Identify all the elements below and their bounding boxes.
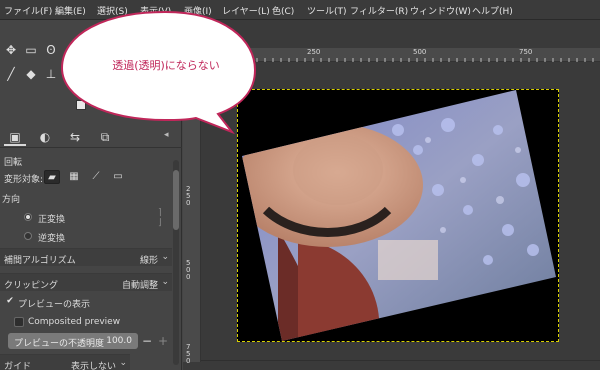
- image-viewport[interactable]: [202, 63, 600, 361]
- canvas-tabs: [183, 20, 600, 48]
- undo-history-icon[interactable]: ⇆: [64, 128, 86, 146]
- menu-colors[interactable]: 色(C): [272, 4, 294, 17]
- menu-help[interactable]: ヘルプ(H): [472, 4, 513, 17]
- chain-bracket-icon: ⌉ ⌋: [158, 208, 162, 228]
- clone-icon[interactable]: ⊥: [42, 66, 60, 82]
- rect-select-icon[interactable]: ▭: [22, 42, 40, 58]
- menu-tools[interactable]: ツール(T): [307, 4, 347, 17]
- eraser-icon[interactable]: ◆: [22, 66, 40, 82]
- chevron-down-icon: ⌄: [161, 252, 169, 262]
- horizontal-ruler[interactable]: 250 500 750: [201, 48, 600, 62]
- interpolation-combo[interactable]: 補間アルゴリズム 線形 ⌄: [0, 248, 172, 266]
- image-canvas[interactable]: [237, 89, 559, 342]
- tool-options-icon[interactable]: ▣: [4, 128, 26, 146]
- device-status-icon[interactable]: ◐: [34, 128, 56, 146]
- guides-value: 表示しない: [70, 362, 116, 370]
- transform-image-button[interactable]: ▭: [110, 170, 126, 184]
- menu-view[interactable]: 表示(V): [140, 4, 171, 17]
- direction-normal-radio[interactable]: [24, 213, 32, 221]
- lasso-icon[interactable]: ʘ: [42, 42, 60, 58]
- direction-reverse-label: 逆変換: [38, 234, 66, 244]
- menu-image[interactable]: 画像(I): [184, 4, 212, 17]
- preview-opacity-slider[interactable]: プレビューの不透明度 100.0: [8, 333, 138, 349]
- ruler-label: 750: [519, 48, 533, 56]
- rotated-photo: [242, 90, 556, 341]
- tool-options-dock: ▣ ◐ ⇆ ⧉ ◂ 回転 変形対象: ▰ ▦ ⟋ ▭ 方向 正変換 逆変換 ⌉ ⌋…: [0, 120, 182, 370]
- show-preview-checkbox[interactable]: ✔: [5, 297, 15, 307]
- menu-bar: ファイル(F) 編集(E) 選択(S) 表示(V) 画像(I) レイヤー(L) …: [0, 0, 600, 20]
- ruler-label: 2 5 0: [186, 185, 191, 207]
- direction-label: 方向: [2, 195, 21, 205]
- transform-layer-button[interactable]: ▰: [44, 170, 60, 184]
- clipping-combo[interactable]: クリッピング 自動調整 ⌄: [0, 273, 172, 291]
- ruler-label: 500: [413, 48, 427, 56]
- plus-icon[interactable]: +: [156, 334, 170, 348]
- ruler-label: 5 0 0: [186, 259, 191, 281]
- move-icon[interactable]: ✥: [2, 42, 20, 58]
- dock-tabs: ▣ ◐ ⇆ ⧉ ◂: [0, 126, 182, 148]
- transform-selection-button[interactable]: ▦: [66, 170, 82, 184]
- menu-filters[interactable]: フィルター(R): [350, 4, 408, 17]
- canvas-area: 250 500 750 2 5 0 5 0 0 7 5 0: [183, 20, 600, 370]
- horizontal-scrollbar[interactable]: [201, 360, 600, 370]
- dock-scrollbar[interactable]: [173, 160, 179, 365]
- guides-combo[interactable]: ガイド 表示しない ⌄: [0, 354, 130, 370]
- background-color-swatch[interactable]: [76, 100, 86, 110]
- composited-preview-checkbox[interactable]: [14, 317, 24, 327]
- minus-icon[interactable]: −: [140, 334, 154, 348]
- guides-label: ガイド: [4, 362, 32, 370]
- dock-menu-icon[interactable]: ◂: [164, 130, 176, 142]
- direction-normal-label: 正変換: [38, 215, 66, 225]
- composited-preview-label: Composited preview: [28, 317, 121, 327]
- toolbox: ✥ ▭ ʘ ╱ ◆ ⊥: [0, 20, 182, 120]
- vertical-ruler[interactable]: 2 5 0 5 0 0 7 5 0: [183, 62, 201, 365]
- interpolation-value: 線形: [139, 256, 158, 266]
- clipping-value: 自動調整: [121, 281, 158, 291]
- direction-reverse-radio[interactable]: [24, 232, 32, 240]
- chevron-down-icon: ⌄: [161, 277, 169, 287]
- menu-layer[interactable]: レイヤー(L): [222, 4, 270, 17]
- preview-opacity-value: 100.0: [106, 336, 132, 346]
- ruler-label: 7 5 0: [186, 343, 191, 365]
- chevron-down-icon: ⌄: [119, 358, 127, 368]
- menu-edit[interactable]: 編集(E): [55, 4, 86, 17]
- interpolation-label: 補間アルゴリズム: [4, 256, 76, 266]
- menu-select[interactable]: 選択(S): [97, 4, 128, 17]
- menu-file[interactable]: ファイル(F): [4, 4, 52, 17]
- tool-name: 回転: [4, 158, 23, 168]
- transform-path-button[interactable]: ⟋: [88, 170, 104, 184]
- dock-scrollbar-thumb[interactable]: [173, 170, 179, 230]
- ruler-ticks: [201, 50, 594, 62]
- preview-opacity-label: プレビューの不透明度: [14, 339, 105, 349]
- show-preview-label: プレビューの表示: [18, 300, 91, 310]
- ruler-label: 250: [307, 48, 321, 56]
- images-icon[interactable]: ⧉: [94, 128, 116, 146]
- clipping-label: クリッピング: [4, 281, 59, 291]
- transform-label: 変形対象:: [4, 175, 44, 185]
- menu-windows[interactable]: ウィンドウ(W): [410, 4, 471, 17]
- paintbrush-icon[interactable]: ╱: [2, 66, 20, 82]
